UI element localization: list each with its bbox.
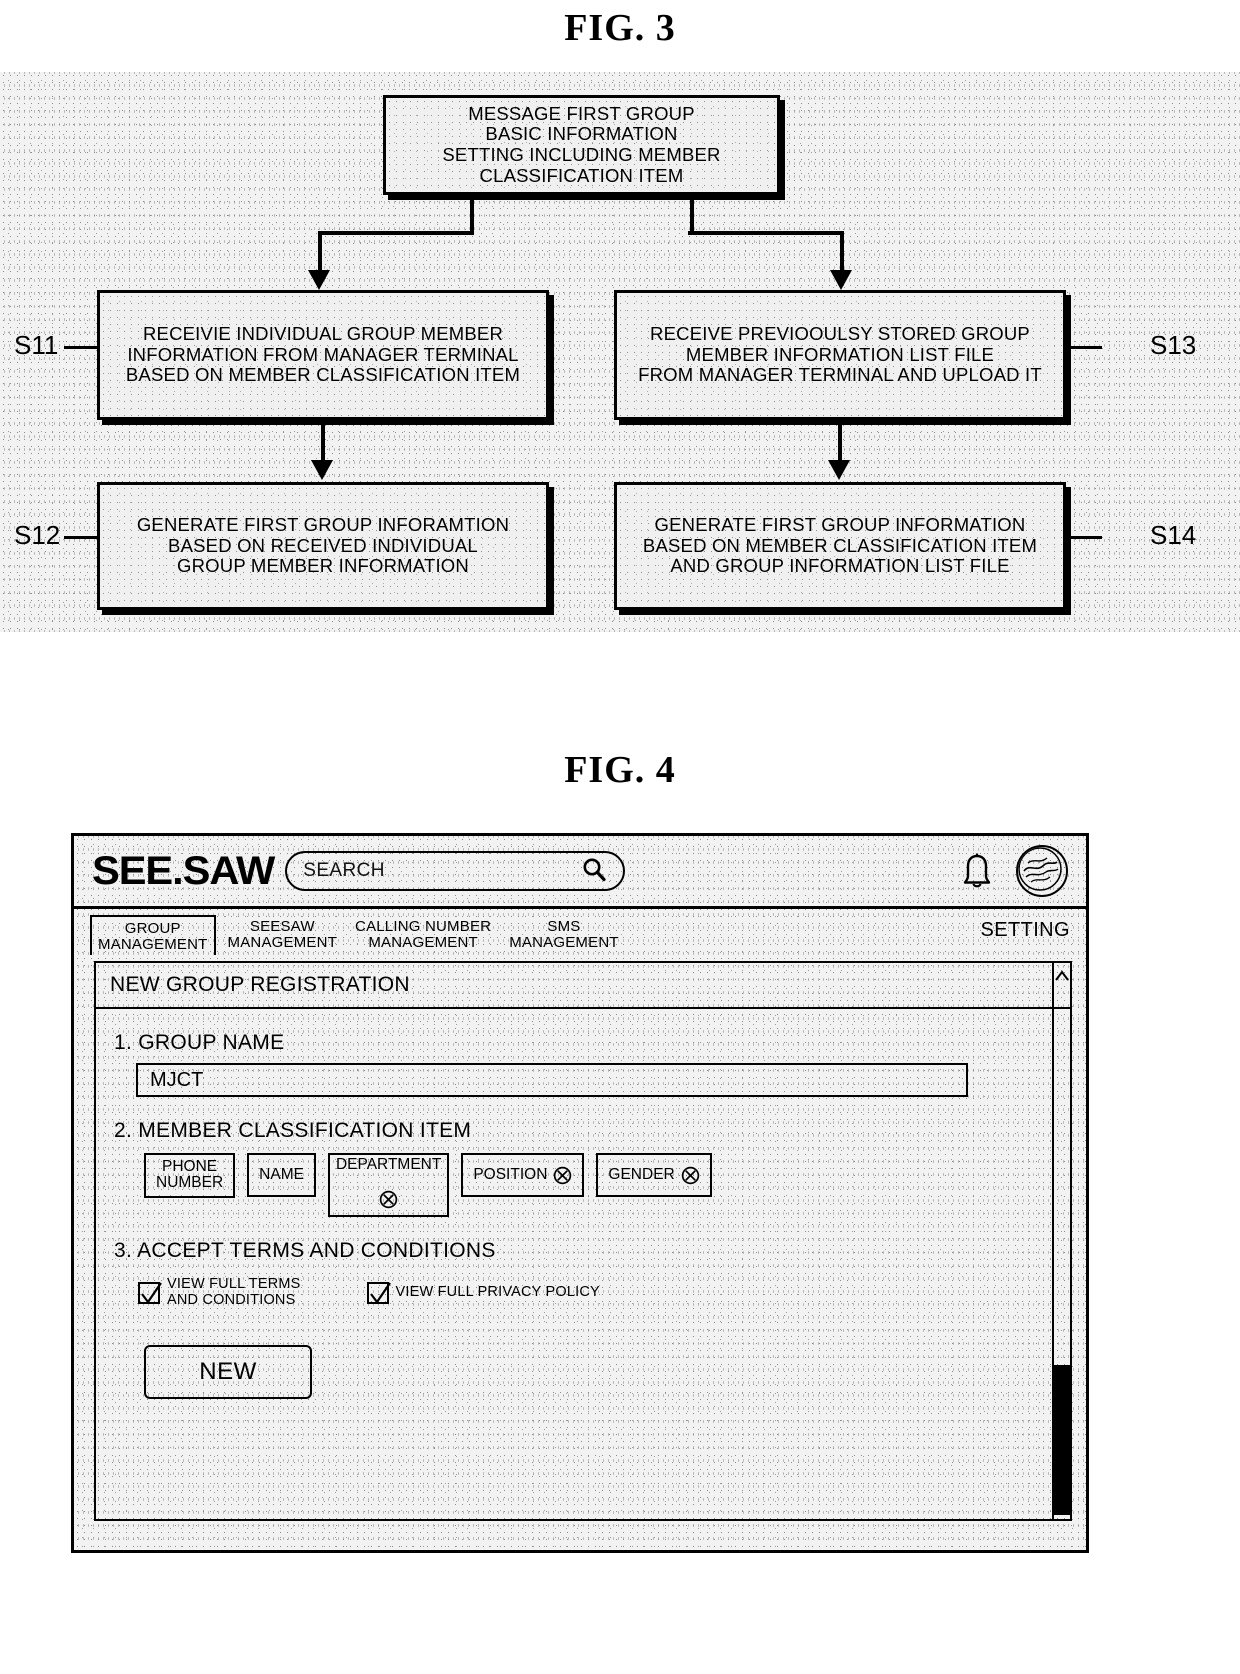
flow-box-s12-line2: BASED ON RECEIVED INDIVIDUAL — [168, 534, 478, 556]
new-group-registration-panel: NEW GROUP REGISTRATION 1. GROUP NAME MJC… — [94, 961, 1072, 1521]
terms-checkbox-row-1[interactable]: VIEW FULL TERMS AND CONDITIONS — [138, 1275, 301, 1309]
search-icon — [581, 856, 607, 887]
flow-box-s11-line1: RECEIVIE INDIVIDUAL GROUP MEMBER — [142, 322, 504, 344]
flow-box-top-line4: CLASSIFICATION ITEM — [479, 164, 684, 186]
checkbox-terms-and-conditions[interactable] — [138, 1281, 162, 1304]
flow-box-s11: RECEIVIE INDIVIDUAL GROUP MEMBER INFORMA… — [97, 290, 549, 420]
panel-title: NEW GROUP REGISTRATION — [96, 963, 1070, 1009]
figure-3-flowchart: MESSAGE FIRST GROUP BASIC INFORMATION SE… — [0, 72, 1240, 632]
connector-vertical-left — [318, 231, 322, 273]
group-name-value: MJCT — [150, 1068, 204, 1091]
search-input[interactable]: SEARCH — [285, 851, 626, 891]
step-leader-s13 — [1066, 346, 1102, 349]
terms-label-1: VIEW FULL TERMS AND CONDITIONS — [167, 1275, 301, 1308]
scrollbar-up-arrow[interactable] — [1052, 965, 1072, 987]
flow-box-s14-line2: BASED ON MEMBER CLASSIFICATION ITEM — [642, 534, 1038, 556]
chip-name[interactable]: NAME — [247, 1153, 316, 1197]
terms-checkbox-row-2[interactable]: VIEW FULL PRIVACY POLICY — [366, 1281, 600, 1304]
step-label-s14: S14 — [1150, 520, 1197, 550]
figure-3: FIG. 3 — [0, 6, 1240, 50]
setting-link[interactable]: SETTING — [981, 915, 1070, 942]
classification-chip-list: PHONE NUMBER NAME DEPARTMENT POSITION GE… — [144, 1153, 1070, 1217]
tab-seesaw-management[interactable]: SEESAW MANAGEMENT — [222, 915, 344, 953]
step-leader-s11 — [64, 346, 100, 349]
flow-box-s14: GENERATE FIRST GROUP INFORMATION BASED O… — [614, 482, 1066, 610]
terms-label: 3. ACCEPT TERMS AND CONDITIONS — [114, 1238, 496, 1262]
flow-box-s13-line1: RECEIVE PREVIOOULSY STORED GROUP — [650, 322, 1030, 344]
step-label-s11: S11 — [14, 330, 59, 360]
flow-box-s12: GENERATE FIRST GROUP INFORAMTION BASED O… — [97, 482, 549, 610]
flow-box-top: MESSAGE FIRST GROUP BASIC INFORMATION SE… — [383, 95, 780, 195]
connector-top-right-stem — [690, 195, 694, 235]
connector-horizontal-left — [318, 231, 474, 235]
chip-gender-remove-icon[interactable] — [681, 1166, 700, 1185]
group-name-input[interactable]: MJCT — [136, 1063, 968, 1097]
checkbox-privacy-policy[interactable] — [366, 1281, 391, 1304]
chip-position-remove-icon[interactable] — [553, 1166, 572, 1185]
tab-group-management[interactable]: GROUP MANAGEMENT — [90, 915, 216, 955]
connector-s11-to-s12 — [321, 420, 325, 462]
connector-vertical-right — [840, 231, 844, 273]
bell-icon[interactable] — [960, 852, 994, 890]
arrowhead-to-s12 — [311, 460, 333, 480]
flow-box-top-line3: SETTING INCLUDING MEMBER — [442, 144, 721, 165]
step-leader-s12 — [64, 536, 100, 539]
terms-checkbox-group: VIEW FULL TERMS AND CONDITIONS VIEW FULL… — [138, 1275, 1070, 1309]
chip-phone-number[interactable]: PHONE NUMBER — [144, 1153, 236, 1198]
step-leader-s14 — [1066, 536, 1102, 539]
new-button[interactable]: NEW — [144, 1344, 312, 1399]
step-label-s12: S12 — [14, 520, 61, 550]
arrowhead-to-s11 — [308, 270, 330, 290]
connector-top-left-stem — [470, 195, 474, 235]
search-placeholder: SEARCH — [303, 860, 385, 881]
arrowhead-to-s13 — [830, 270, 852, 290]
chip-name-label: NAME — [259, 1165, 304, 1183]
app-logo: SEE.SAW — [92, 848, 275, 893]
tab-bar: GROUP MANAGEMENT SEESAW MANAGEMENT CALLI… — [74, 909, 1086, 961]
app-window: SEE.SAW SEARCH GROUP MANAGEMENT SEESAW M… — [71, 833, 1089, 1553]
flow-box-s14-line3: AND GROUP INFORMATION LIST FILE — [670, 555, 1010, 577]
arrowhead-to-s14 — [828, 460, 850, 480]
figure-3-title: FIG. 3 — [564, 7, 676, 49]
tab-sms-management[interactable]: SMS MANAGEMENT — [503, 915, 625, 953]
flow-box-top-line1: MESSAGE FIRST GROUP — [468, 102, 695, 124]
flow-box-s13-line3: FROM MANAGER TERMINAL AND UPLOAD IT — [638, 364, 1042, 386]
group-name-label: 1. GROUP NAME — [114, 1031, 285, 1054]
flow-box-s12-line3: GROUP MEMBER INFORMATION — [177, 555, 469, 577]
flow-box-s13: RECEIVE PREVIOOULSY STORED GROUP MEMBER … — [614, 290, 1066, 420]
check-icon — [369, 1282, 391, 1304]
chevron-up-icon — [1055, 970, 1069, 981]
chip-department-label: DEPARTMENT — [335, 1156, 442, 1173]
chip-gender[interactable]: GENDER — [596, 1153, 712, 1197]
figure-4: FIG. 4 — [0, 748, 1240, 792]
step-label-s13: S13 — [1150, 330, 1197, 360]
flow-box-s13-line2: MEMBER INFORMATION LIST FILE — [685, 343, 995, 365]
connector-horizontal-right — [688, 231, 844, 235]
chip-phone-number-label: PHONE NUMBER — [156, 1158, 224, 1192]
member-classification-label: 2. MEMBER CLASSIFICATION ITEM — [114, 1119, 472, 1142]
app-header: SEE.SAW SEARCH — [74, 836, 1086, 909]
avatar[interactable] — [1016, 845, 1068, 897]
scrollbar-thumb[interactable] — [1054, 1365, 1071, 1515]
chip-position[interactable]: POSITION — [461, 1153, 585, 1197]
figure-4-title: FIG. 4 — [564, 749, 676, 791]
connector-s13-to-s14 — [838, 420, 842, 462]
check-icon — [141, 1282, 162, 1304]
tab-calling-number-management[interactable]: CALLING NUMBER MANAGEMENT — [349, 915, 497, 953]
flow-box-s12-line1: GENERATE FIRST GROUP INFORAMTION — [136, 513, 510, 535]
chip-position-label: POSITION — [473, 1165, 548, 1183]
flow-box-s11-line2: INFORMATION FROM MANAGER TERMINAL — [127, 343, 519, 365]
chip-department[interactable]: DEPARTMENT — [327, 1153, 450, 1217]
chip-department-remove-icon[interactable] — [379, 1173, 398, 1213]
terms-label-2: VIEW FULL PRIVACY POLICY — [395, 1283, 600, 1300]
flow-box-s14-line1: GENERATE FIRST GROUP INFORMATION — [654, 513, 1026, 535]
flow-box-top-line2: BASIC INFORMATION — [485, 123, 678, 145]
flow-box-s11-line3: BASED ON MEMBER CLASSIFICATION ITEM — [125, 364, 521, 386]
chip-gender-label: GENDER — [608, 1165, 675, 1183]
